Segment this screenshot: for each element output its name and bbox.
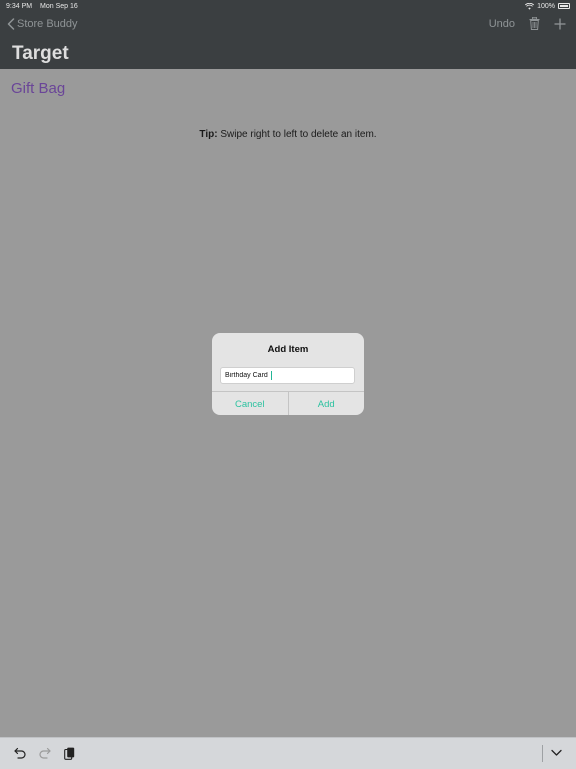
dialog-buttons: Cancel Add [212,391,364,415]
list-title: Gift Bag [11,80,66,97]
plus-icon[interactable] [554,18,566,30]
battery-icon [558,3,570,9]
redo-arrow-icon [39,747,51,759]
status-right: 100% [525,2,570,10]
status-left: 9:34 PM Mon Sep 16 [6,3,84,10]
trash-icon[interactable] [529,17,540,30]
clipboard-icon [64,747,75,760]
cancel-button[interactable]: Cancel [212,392,289,415]
status-time: 9:34 PM [6,2,33,10]
chevron-left-icon [7,18,15,30]
tip-text: Tip: Swipe right to left to delete an it… [0,129,576,140]
dismiss-keyboard-key[interactable] [551,749,562,757]
status-bar: 9:34 PM Mon Sep 16 100% [0,0,576,12]
nav-actions: Undo [489,17,566,30]
navigation-bar: Store Buddy Undo Target [0,12,576,69]
toolbar-divider [542,745,543,762]
tip-label: Tip: [199,129,218,140]
item-name-input[interactable] [220,367,355,384]
tip-message: Swipe right to left to delete an item. [217,129,377,140]
chevron-down-icon [551,749,562,756]
add-item-dialog: Add Item Cancel Add [212,333,364,415]
back-button[interactable]: Store Buddy [7,18,78,30]
status-date: Mon Sep 16 [40,2,78,10]
undo-key[interactable] [14,747,26,759]
text-cursor [271,371,272,380]
dialog-title: Add Item [267,344,309,355]
wifi-icon [525,2,535,10]
paste-key[interactable] [64,747,75,760]
undo-button[interactable]: Undo [489,18,515,30]
undo-arrow-icon [14,747,26,759]
page-title: Target [12,43,69,64]
battery-percent: 100% [537,2,555,10]
redo-key[interactable] [39,747,51,759]
add-button[interactable]: Add [289,392,365,415]
keyboard-toolbar [0,737,576,769]
back-label: Store Buddy [17,18,78,30]
